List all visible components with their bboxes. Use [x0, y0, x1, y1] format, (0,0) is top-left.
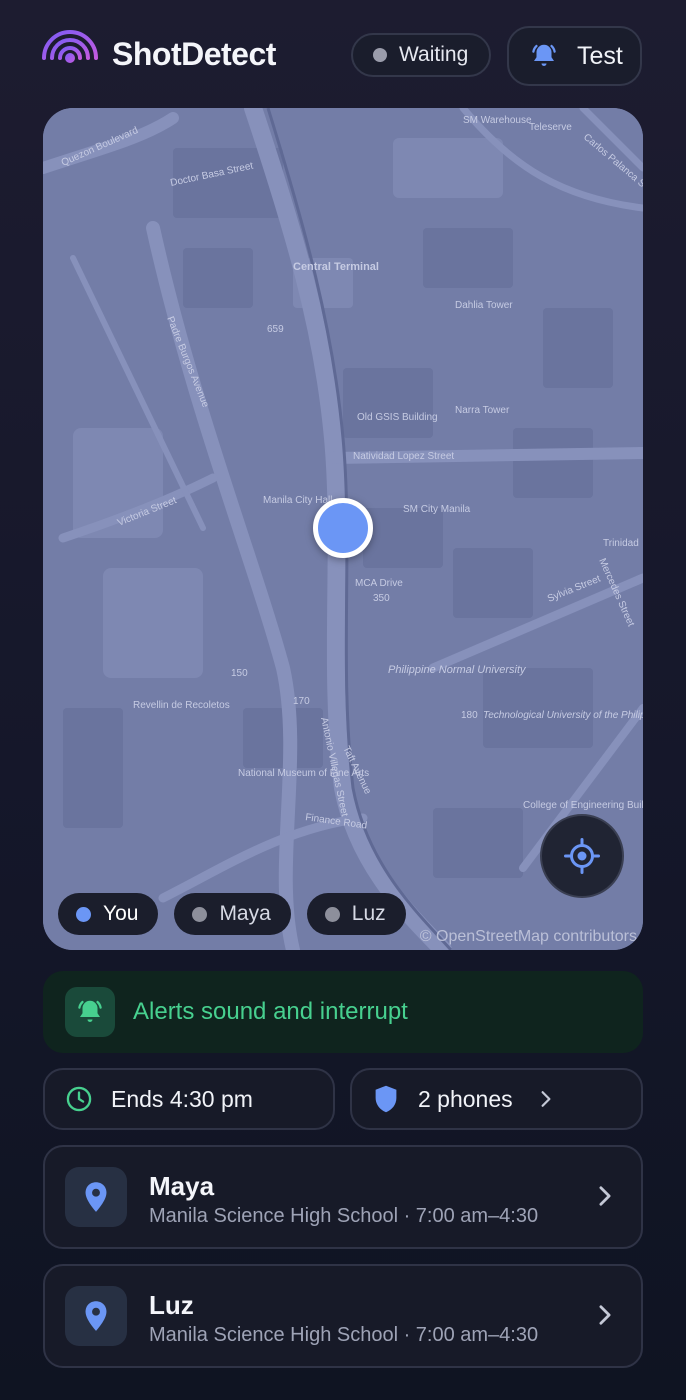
chip-label: Luz: [351, 902, 386, 925]
map-label: Old GSIS Building: [357, 412, 438, 423]
person-filter-chips: You Maya Luz: [58, 893, 406, 935]
chevron-right-icon: [599, 1186, 611, 1206]
status-dot: [373, 48, 387, 62]
chip-you[interactable]: You: [58, 893, 159, 935]
map-label: College of Engineering Building: [523, 800, 643, 811]
bell-ring-icon: [532, 44, 556, 66]
map-label: SM City Manila: [403, 504, 471, 515]
map-label: 659: [267, 324, 284, 335]
map-label: 350: [373, 593, 390, 604]
person-name: Luz: [149, 1290, 194, 1320]
recenter-location-button[interactable]: [540, 814, 624, 898]
map-label: 150: [231, 668, 248, 679]
session-end-time: Ends 4:30 pm: [43, 1068, 335, 1130]
signal-waves-icon: [42, 30, 98, 63]
person-name: Maya: [149, 1171, 215, 1201]
crosshair-icon: [564, 838, 600, 874]
person-schedule: Manila Science High School · 7:00 am–4:3…: [149, 1205, 539, 1227]
map-label: Technological University of the Philippi…: [483, 710, 643, 721]
alert-mode-text: Alerts sound and interrupt: [133, 998, 408, 1025]
header: ShotDetect Waiting Test: [42, 26, 642, 88]
app-title: ShotDetect: [112, 36, 276, 72]
shield-icon: [375, 1085, 397, 1113]
chevron-right-icon: [599, 1305, 611, 1325]
map-label: Trinidad: [603, 538, 639, 549]
user-location-marker[interactable]: [313, 498, 373, 558]
map-view[interactable]: Central Terminal Old GSIS Building Dahli…: [43, 108, 643, 950]
status-label: Waiting: [399, 43, 469, 66]
map-label: Dahlia Tower: [455, 300, 513, 311]
map-label: SM Warehouse: [463, 115, 532, 126]
map-label: MCA Drive: [355, 578, 403, 589]
chip-dot: [76, 906, 91, 922]
map-label: Philippine Normal University: [388, 664, 527, 676]
bell-ring-icon: [78, 1000, 102, 1022]
chip-label: You: [103, 902, 139, 925]
person-card-luz[interactable]: Luz Manila Science High School · 7:00 am…: [43, 1264, 643, 1368]
ends-label: Ends 4:30 pm: [111, 1085, 253, 1112]
test-alert-button[interactable]: Test: [507, 26, 642, 86]
test-label: Test: [577, 41, 623, 70]
location-pin-icon: [85, 1301, 107, 1331]
map-label: Narra Tower: [455, 405, 510, 416]
map-label: Teleserve: [529, 122, 572, 133]
location-pin-box: [65, 1286, 127, 1346]
alert-icon-box: [65, 987, 115, 1037]
location-pin-icon: [85, 1182, 107, 1212]
map-label: Central Terminal: [293, 261, 379, 273]
map-label: Manila City Hall: [263, 495, 332, 506]
status-badge: Waiting: [351, 33, 491, 77]
clock-icon: [66, 1086, 92, 1112]
chip-dot: [192, 906, 208, 922]
app-root: ShotDetect Waiting Test Central Terminal…: [0, 0, 686, 1400]
location-pin-box: [65, 1167, 127, 1227]
chip-dot: [324, 906, 340, 922]
map-label: Natividad Lopez Street: [353, 451, 454, 462]
linked-phones-button[interactable]: 2 phones: [350, 1068, 643, 1130]
map-label: 170: [293, 696, 310, 707]
map-attribution[interactable]: © OpenStreetMap contributors: [420, 928, 637, 946]
chevron-right-icon: [541, 1091, 551, 1107]
map-label: National Museum of Fine Arts: [238, 768, 369, 779]
map-label: 180: [461, 710, 478, 721]
chip-maya[interactable]: Maya: [174, 893, 291, 935]
phones-label: 2 phones: [418, 1085, 513, 1112]
person-card-maya[interactable]: Maya Manila Science High School · 7:00 a…: [43, 1145, 643, 1249]
map-label: Revellin de Recoletos: [133, 700, 230, 711]
chip-label: Maya: [219, 902, 271, 925]
person-schedule: Manila Science High School · 7:00 am–4:3…: [149, 1324, 539, 1346]
alert-mode-banner: Alerts sound and interrupt: [43, 971, 643, 1053]
chip-luz[interactable]: Luz: [306, 893, 406, 935]
